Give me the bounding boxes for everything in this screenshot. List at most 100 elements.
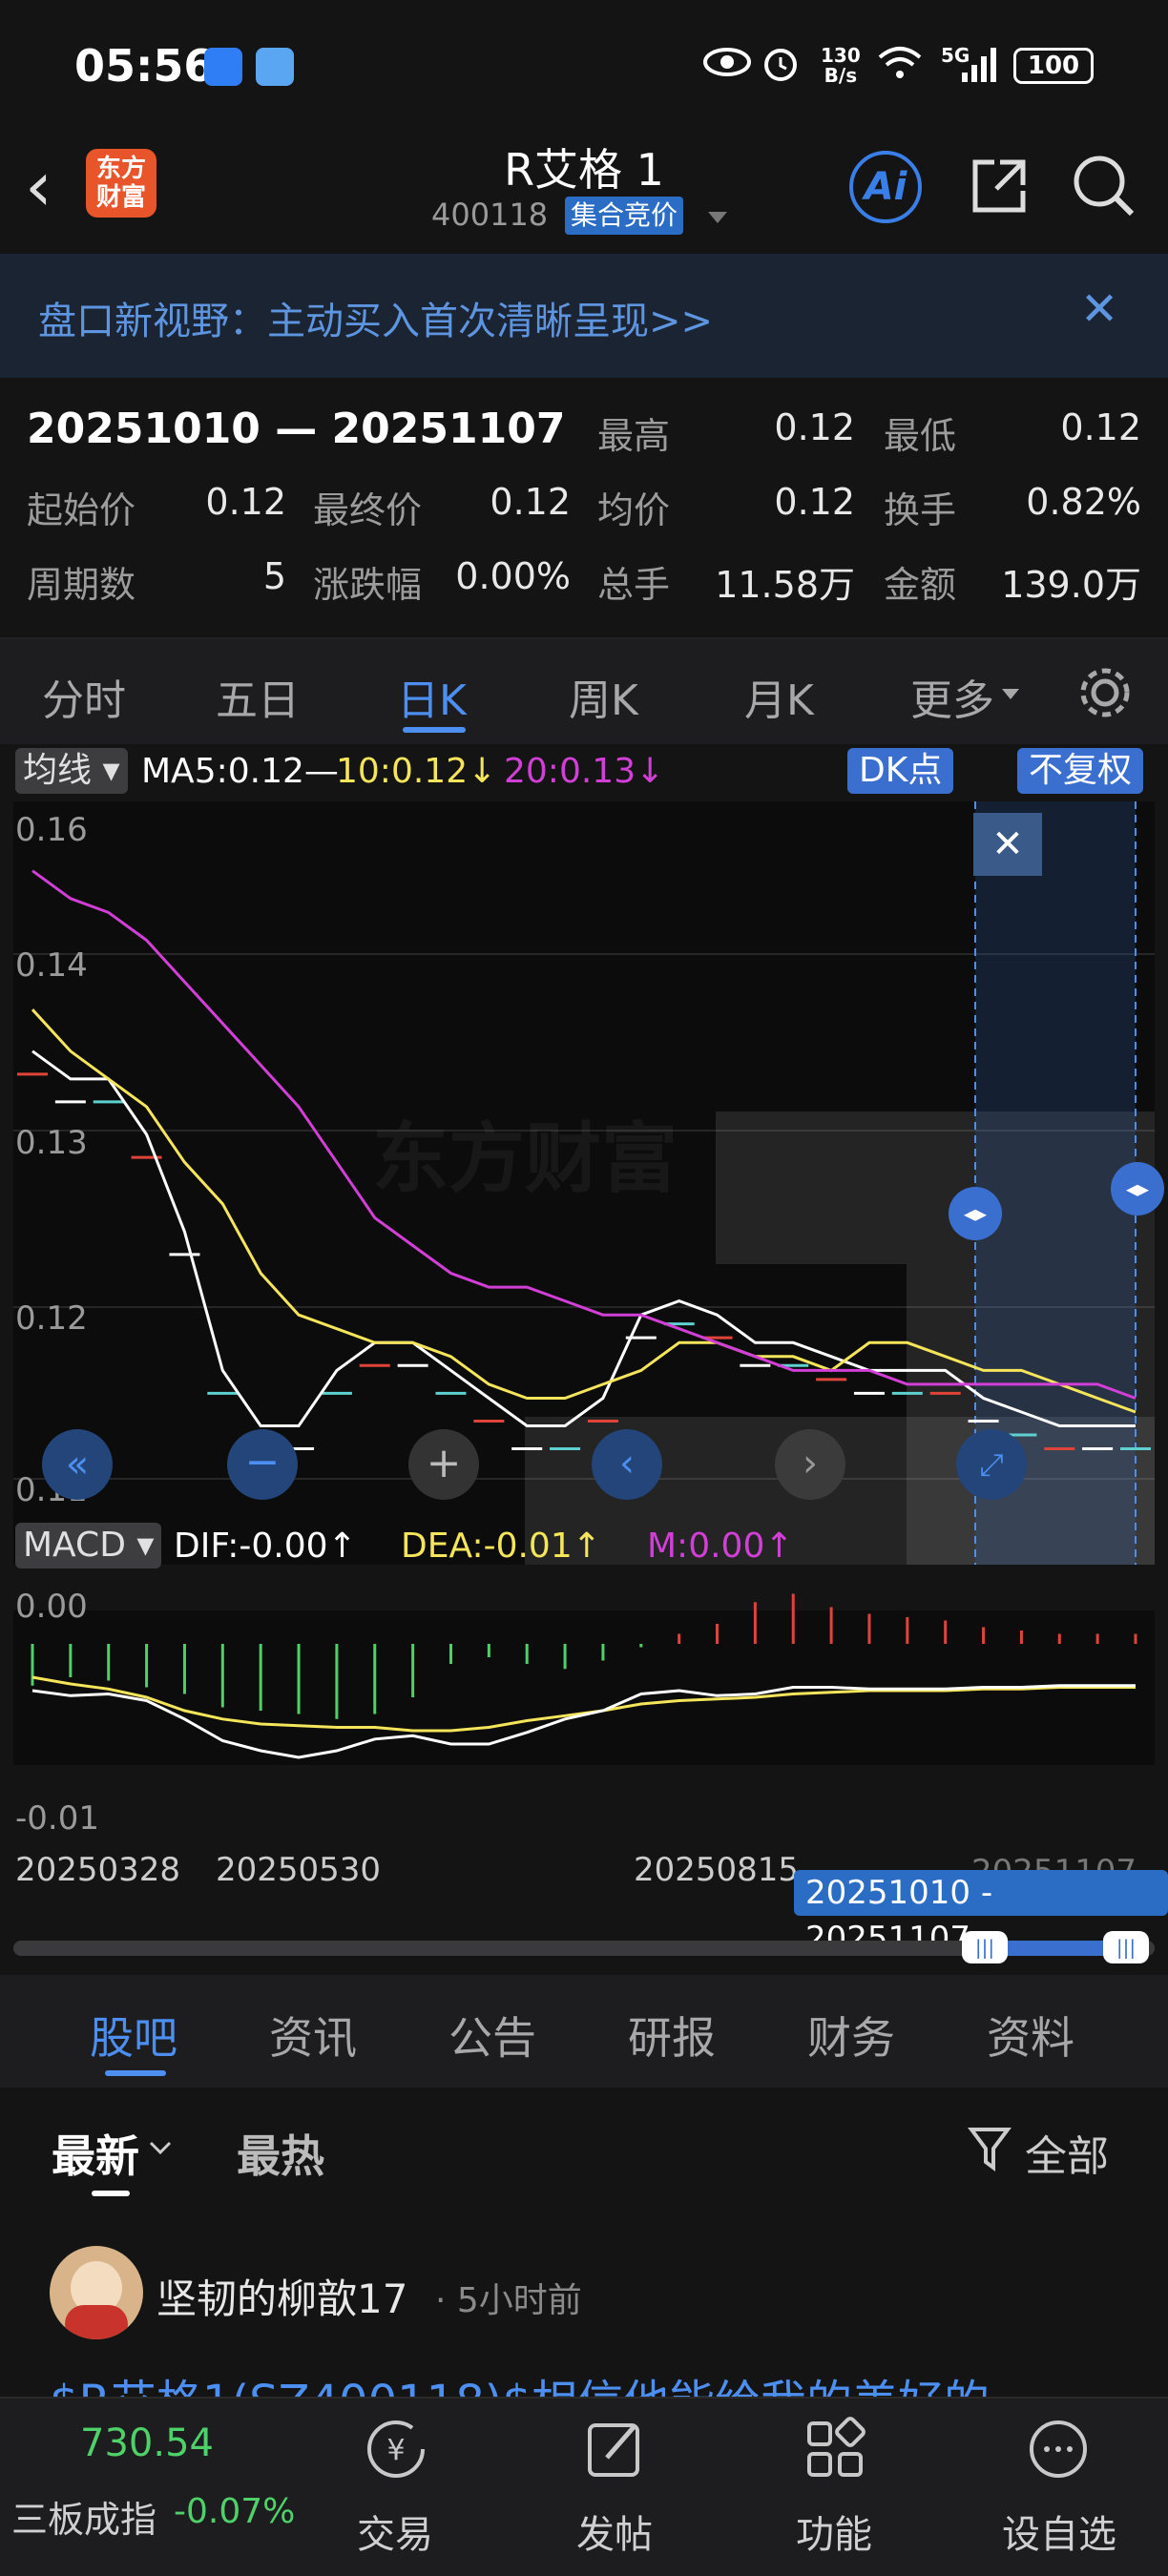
nav-add-watchlist[interactable]: 设自选 [1002,2503,1116,2559]
ma20-legend: 20:0.13↓ [504,752,665,791]
stat-label: 均价 [597,489,671,531]
step-forward-icon[interactable]: › [775,1429,845,1500]
tab-research[interactable]: 研报 [628,2004,716,2067]
ma-selector[interactable]: 均线 ▾ [15,748,128,794]
tab-daily-k[interactable]: 日K [397,666,467,727]
stat-label: 涨跌幅 [313,564,423,606]
stat-label: 换手 [884,489,957,531]
chevron-down-icon[interactable] [706,210,729,227]
y-label: 0.13 [15,1124,88,1162]
close-selection-icon[interactable]: ✕ [973,813,1042,876]
stat-value: 0.12 [1060,406,1141,448]
stat-label: 最终价 [313,489,423,531]
index-value[interactable]: 730.54 [80,2421,214,2465]
chevron-down-icon[interactable] [1000,687,1021,702]
tab-more[interactable]: 更多 [910,666,994,727]
tab-weekly-k[interactable]: 周K [569,666,638,727]
zoom-out-icon[interactable]: − [227,1429,298,1500]
stat-label: 最高 [597,415,671,457]
index-change[interactable]: -0.07% [174,2492,295,2531]
watermark: 东方财富 [372,1114,678,1203]
search-icon[interactable] [1069,151,1137,219]
period-stats: 20251010 — 20251107 最高 0.12 最低 0.12 起始价 … [0,378,1168,637]
post-icon[interactable] [582,2416,649,2483]
filter-all[interactable]: 全部 [1025,2122,1109,2183]
function-icon[interactable] [802,2416,868,2483]
tab-five-day[interactable]: 五日 [216,666,300,727]
macd-selector[interactable]: MACD ▾ [15,1523,162,1568]
index-name[interactable]: 三板成指 [11,2490,156,2543]
zoom-in-icon[interactable]: + [408,1429,479,1500]
eye-icon [703,48,751,76]
banner-text[interactable]: 盘口新视野：主动买入首次清晰呈现>> [38,290,713,345]
stat-label: 金额 [884,564,957,606]
author-name[interactable]: 坚韧的柳歆17 [156,2267,407,2325]
sort-latest[interactable]: 最新 [52,2122,139,2185]
bottom-bar: 730.54 三板成指 -0.07% ¥ 交易 发帖 功能 设自选 [0,2397,1168,2576]
dk-point-button[interactable]: DK点 [847,748,954,794]
auction-tag[interactable]: 集合竞价 [565,197,684,235]
avatar[interactable] [50,2246,143,2339]
sort-indicator [92,2191,130,2196]
x-label: 20250328 [15,1851,181,1889]
wifi-icon [878,47,922,78]
macd-y-label: 0.00 [15,1588,88,1626]
stat-label: 最低 [884,415,957,457]
nav-trade[interactable]: 交易 [357,2503,433,2559]
share-icon[interactable] [966,153,1032,219]
y-label: 0.16 [15,811,88,849]
kline-svg[interactable] [0,801,1168,1765]
ai-button[interactable]: Ai [849,151,922,223]
no-adjust-button[interactable]: 不复权 [1017,748,1144,794]
range-right-handle[interactable]: ◂▸ [1111,1162,1164,1215]
promo-banner[interactable]: 盘口新视野：主动买入首次清晰呈现>> ✕ [0,254,1168,378]
svg-text:¥: ¥ [386,2434,405,2467]
signal-icon [962,48,996,82]
trade-icon[interactable]: ¥ [363,2416,429,2483]
tab-intraday[interactable]: 分时 [42,666,126,727]
nav-post[interactable]: 发帖 [576,2503,653,2559]
weather-icon [256,48,294,86]
dif-legend: DIF:-0.00↑ [174,1527,357,1566]
scroll-right-grip[interactable]: ||| [1103,1931,1149,1963]
chart-period-tabs: 分时 五日 日K 周K 月K 更多 [0,637,1168,744]
post-time: · 5小时前 [435,2281,582,2320]
range-left-handle[interactable]: ◂▸ [949,1187,1002,1240]
stat-label: 周期数 [27,564,136,606]
m-legend: M:0.00↑ [647,1527,794,1566]
tab-guba[interactable]: 股吧 [90,2004,177,2067]
gear-icon[interactable] [1076,664,1134,721]
stat-value: 11.58万 [715,564,855,606]
x-label: 20250530 [216,1851,382,1889]
add-watchlist-icon[interactable] [1025,2416,1092,2483]
post-feed: 最新 最热 全部 坚韧的柳歆17 · 5小时前 $R艾格1(SZ400118)$… [0,2088,1168,2399]
macd-y-label: -0.01 [15,1799,99,1838]
post-preview[interactable]: $R艾格1(SZ400118)$相信他能给我的美好的 [50,2364,1118,2399]
tab-finance[interactable]: 财务 [807,2004,895,2067]
date-range: 20251010 — 20251107 [27,405,566,453]
stat-value: 0.82% [1026,481,1141,523]
y-label: 0.14 [15,946,88,985]
close-icon[interactable]: ✕ [1080,282,1118,336]
filter-icon[interactable] [968,2126,1013,2173]
kline-chart-panel: 均线 ▾ MA5:0.12— 10:0.12↓ 20:0.13↓ DK点 不复权… [0,744,1168,1975]
stat-value: 139.0万 [1001,564,1141,606]
tab-profile[interactable]: 资料 [987,2004,1074,2067]
dea-legend: DEA:-0.01↑ [401,1527,601,1566]
chevron-down-icon[interactable] [149,2141,172,2156]
sort-hot[interactable]: 最热 [237,2122,324,2185]
tab-announcements[interactable]: 公告 [448,2004,536,2067]
stat-value: 0.12 [205,481,286,523]
fullscreen-icon[interactable]: ⤢ [956,1429,1027,1500]
status-time: 05:56 [74,40,215,92]
step-back-icon[interactable]: ‹ [592,1429,662,1500]
ma10-legend: 10:0.12↓ [336,752,497,791]
tab-monthly-k[interactable]: 月K [744,666,814,727]
nav-function[interactable]: 功能 [796,2503,872,2559]
stock-code: 400118 [431,197,549,233]
alarm-icon [764,49,797,81]
fast-back-icon[interactable]: « [42,1429,113,1500]
app-notification-icon [204,48,242,86]
scroll-left-grip[interactable]: ||| [962,1931,1008,1963]
tab-news[interactable]: 资讯 [269,2004,357,2067]
